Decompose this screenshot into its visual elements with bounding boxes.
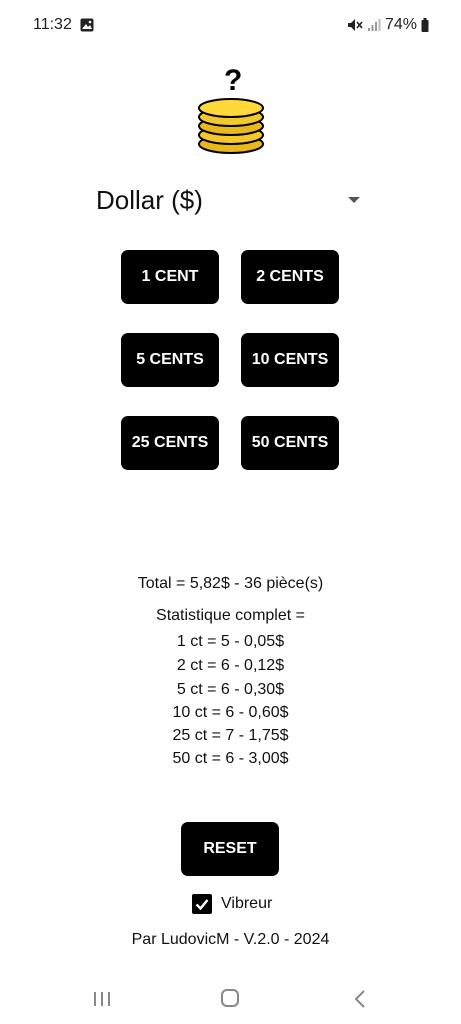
reset-button[interactable]: RESET (181, 822, 279, 876)
coin-button-5-cents[interactable]: 5 CENTS (121, 333, 219, 387)
vibrate-option[interactable]: Vibreur (192, 893, 272, 915)
currency-select[interactable]: Dollar ($) (96, 180, 360, 222)
stat-line-2ct: 2 ct = 6 - 0,12$ (176, 657, 285, 674)
status-time: 11:32 (33, 16, 72, 33)
footer-credits: Par LudovicM - V.2.0 - 2024 (131, 931, 330, 948)
gallery-icon (80, 18, 94, 32)
stat-line-10ct: 10 ct = 6 - 0,60$ (172, 704, 289, 721)
coin-button-10-cents[interactable]: 10 CENTS (241, 333, 339, 387)
signal-icon (367, 19, 381, 31)
svg-text:?: ? (224, 64, 242, 97)
vibrate-label: Vibreur (221, 895, 273, 912)
back-icon[interactable] (352, 988, 368, 1010)
battery-icon (421, 18, 429, 32)
battery-percent: 74% (384, 16, 417, 33)
stat-line-25ct: 25 ct = 7 - 1,75$ (172, 727, 289, 744)
coin-button-50-cents[interactable]: 50 CENTS (241, 416, 339, 470)
vibrate-checkbox[interactable] (192, 894, 212, 914)
coin-button-25-cents[interactable]: 25 CENTS (121, 416, 219, 470)
status-bar: 11:32 74% (0, 0, 461, 50)
navigation-bar (0, 980, 461, 1024)
home-icon[interactable] (221, 989, 239, 1007)
status-icons: 74% (347, 16, 429, 34)
stat-line-1ct: 1 ct = 5 - 0,05$ (176, 633, 285, 650)
coin-stack-question-icon: ? (198, 64, 264, 154)
dropdown-arrow-icon (348, 197, 360, 203)
coin-button-1-cent[interactable]: 1 CENT (121, 250, 219, 304)
stat-line-5ct: 5 ct = 6 - 0,30$ (176, 681, 285, 698)
stat-line-50ct: 50 ct = 6 - 3,00$ (172, 750, 289, 767)
total-text: Total = 5,82$ - 36 pièce(s) (137, 575, 324, 592)
checkmark-icon (195, 899, 209, 911)
recents-icon[interactable] (92, 990, 112, 1008)
currency-select-value: Dollar ($) (96, 185, 203, 215)
coin-button-2-cents[interactable]: 2 CENTS (241, 250, 339, 304)
mute-icon (347, 19, 363, 31)
stats-title: Statistique complet = (156, 607, 305, 624)
